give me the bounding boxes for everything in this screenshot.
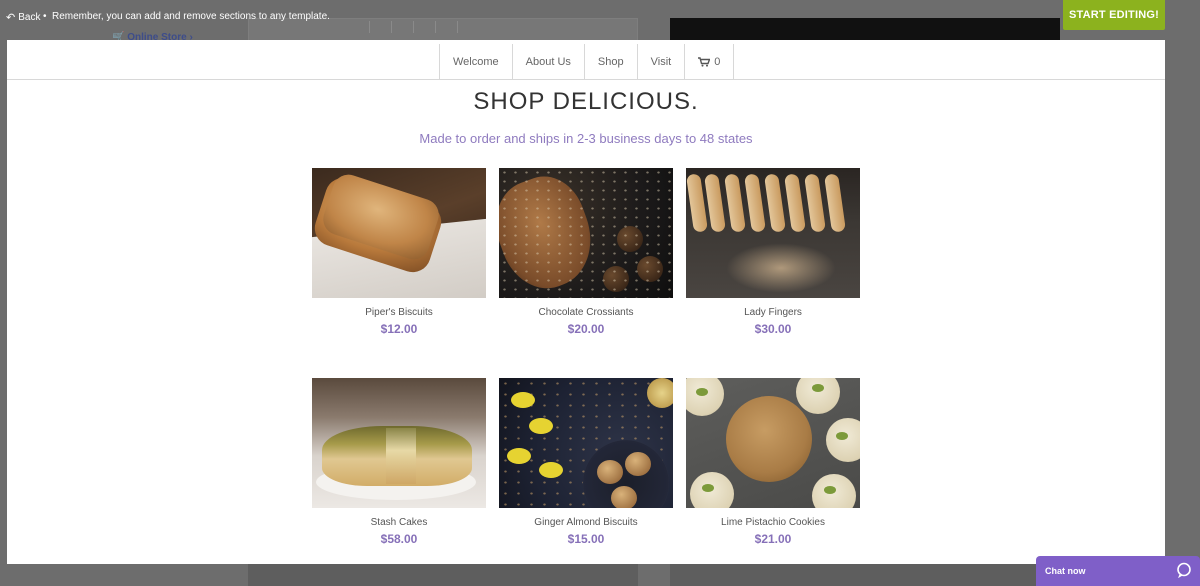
nav-item-shop[interactable]: Shop: [583, 44, 637, 80]
product-photo[interactable]: [312, 168, 486, 298]
chat-label: Chat now: [1045, 566, 1086, 576]
product-card[interactable]: Ginger Almond Biscuits $15.00: [499, 378, 673, 546]
product-price: $12.00: [380, 322, 418, 336]
product-name[interactable]: Ginger Almond Biscuits: [499, 517, 673, 528]
product-card[interactable]: Piper's Biscuits $12.00: [312, 168, 486, 336]
product-photo[interactable]: [686, 168, 860, 298]
cart-count: 0: [714, 56, 721, 68]
product-card[interactable]: Lime Pistachio Cookies $21.00: [686, 378, 860, 546]
page-subtitle: Made to order and ships in 2-3 business …: [419, 131, 753, 146]
product-name[interactable]: Piper's Biscuits: [312, 307, 486, 318]
nav-item-cart[interactable]: 0: [684, 44, 735, 80]
start-editing-button[interactable]: START EDITING!: [1063, 0, 1165, 30]
editor-topbar: ↶ Back • Remember, you can add and remov…: [0, 0, 1200, 36]
chat-widget[interactable]: Chat now: [1036, 556, 1200, 586]
nav-item-visit[interactable]: Visit: [636, 44, 685, 80]
page-title: SHOP DELICIOUS.: [473, 88, 699, 115]
site-nav: Welcome About Us Shop Visit 0: [7, 44, 1165, 80]
nav-item-about-us[interactable]: About Us: [511, 44, 584, 80]
product-photo[interactable]: [686, 378, 860, 508]
chat-bubble-icon: [1176, 562, 1192, 579]
product-name[interactable]: Chocolate Crossiants: [499, 307, 673, 318]
product-card[interactable]: Stash Cakes $58.00: [312, 378, 486, 546]
product-photo[interactable]: [499, 378, 673, 508]
back-label: Back: [18, 12, 41, 23]
separator: •: [43, 11, 47, 22]
product-photo[interactable]: [499, 168, 673, 298]
product-price: $21.00: [754, 532, 792, 546]
product-price: $30.00: [754, 322, 792, 336]
product-card[interactable]: Chocolate Crossiants $20.00: [499, 168, 673, 336]
editor-hint: Remember, you can add and remove section…: [52, 11, 330, 22]
back-arrow-icon: ↶: [6, 12, 16, 24]
product-name[interactable]: Stash Cakes: [312, 517, 486, 528]
product-price: $15.00: [567, 532, 605, 546]
product-price: $20.00: [567, 322, 605, 336]
cart-icon: [698, 57, 711, 67]
product-photo[interactable]: [312, 378, 486, 508]
nav-item-welcome[interactable]: Welcome: [439, 44, 512, 80]
product-name[interactable]: Lime Pistachio Cookies: [686, 517, 860, 528]
template-preview: Welcome About Us Shop Visit 0 SHOP DELIC…: [7, 40, 1165, 564]
product-card[interactable]: Lady Fingers $30.00: [686, 168, 860, 336]
product-name[interactable]: Lady Fingers: [686, 307, 860, 318]
back-link[interactable]: ↶ Back: [6, 11, 40, 24]
product-price: $58.00: [380, 532, 418, 546]
